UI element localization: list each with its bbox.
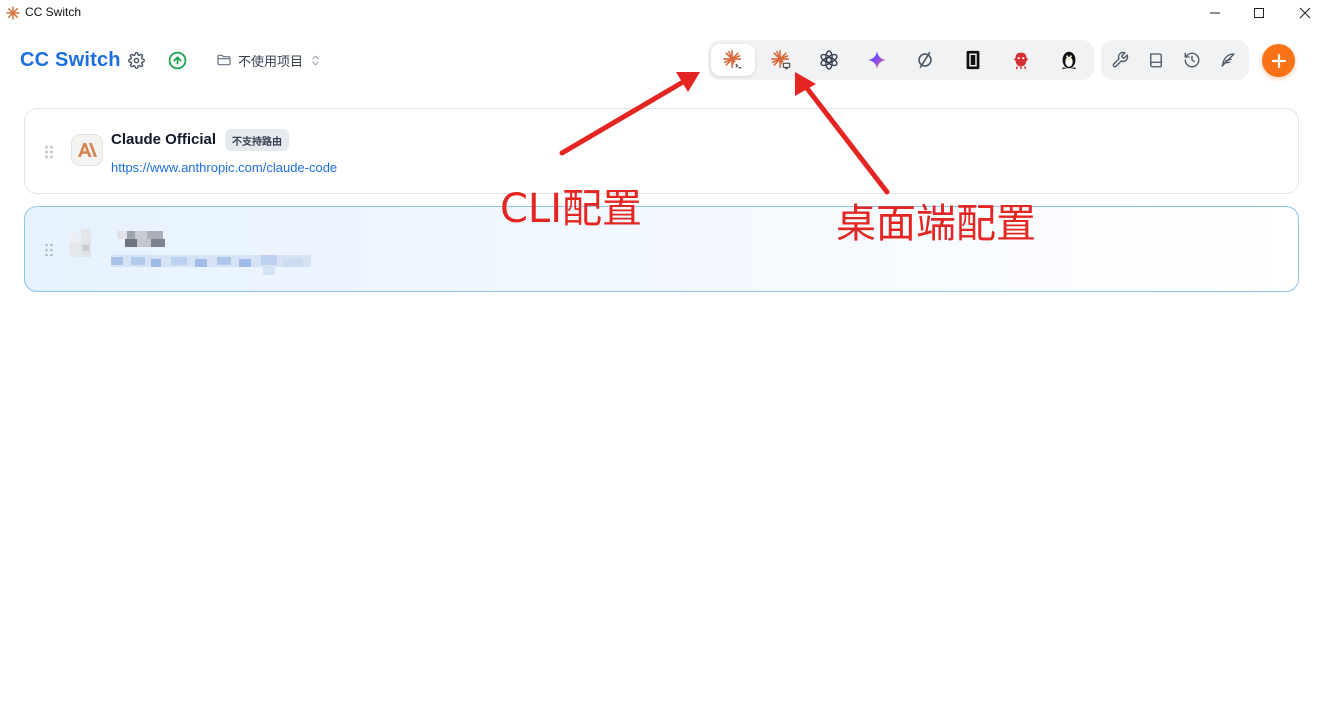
arrow-up-circle-icon xyxy=(168,51,186,69)
status-badge: 不支持路由 xyxy=(225,129,289,151)
wrench-icon xyxy=(1112,51,1129,68)
provider-name: Claude Official xyxy=(111,131,217,148)
tools-group xyxy=(1101,40,1249,80)
claude-cli-icon xyxy=(723,50,744,71)
tool-book[interactable] xyxy=(1137,44,1175,76)
claude-desktop-icon xyxy=(771,50,792,71)
update-button[interactable] xyxy=(167,50,187,70)
minimize-button[interactable] xyxy=(1192,0,1238,26)
red-mascot-icon xyxy=(1013,52,1029,70)
feather-icon xyxy=(1221,53,1235,67)
tab-terminal-block[interactable] xyxy=(951,44,995,76)
tool-feather[interactable] xyxy=(1209,44,1247,76)
folder-icon xyxy=(217,54,231,66)
opencode-icon xyxy=(918,51,932,69)
provider-card-selected[interactable] xyxy=(24,206,1299,292)
gemini-icon xyxy=(867,50,887,70)
plus-icon xyxy=(1271,53,1286,68)
provider-logo xyxy=(71,134,103,166)
brand-title: CC Switch xyxy=(20,49,121,71)
window-title: CC Switch xyxy=(25,5,82,19)
add-provider-button[interactable] xyxy=(1262,44,1295,77)
anthropic-logo-icon xyxy=(78,143,97,157)
tab-opencode[interactable] xyxy=(903,44,947,76)
tab-gemini[interactable] xyxy=(855,44,899,76)
penguin-icon xyxy=(1061,51,1077,70)
tool-history[interactable] xyxy=(1173,44,1211,76)
tab-codex[interactable] xyxy=(807,44,851,76)
minimize-icon xyxy=(1210,12,1220,14)
chevron-updown-icon xyxy=(312,55,319,65)
settings-button[interactable] xyxy=(126,50,146,70)
provider-card[interactable]: Claude Official 不支持路由 https://www.anthro… xyxy=(24,108,1299,194)
app-logo-icon xyxy=(6,6,20,20)
gear-icon xyxy=(127,51,145,69)
provider-url-link[interactable]: https://www.anthropic.com/claude-code xyxy=(111,160,337,175)
close-icon xyxy=(1299,7,1311,19)
project-selector[interactable]: 不使用项目 xyxy=(216,50,322,70)
tool-wrench[interactable] xyxy=(1101,44,1139,76)
terminal-block-icon xyxy=(966,50,980,70)
tab-claude-cli[interactable] xyxy=(711,44,755,76)
openai-icon xyxy=(820,50,838,70)
book-icon xyxy=(1150,53,1162,68)
project-selector-value: 不使用项目 xyxy=(238,53,304,69)
maximize-icon xyxy=(1254,8,1264,18)
close-button[interactable] xyxy=(1282,0,1328,26)
annotation-desktop-label: 桌面端配置 xyxy=(836,201,1036,247)
tab-penguin[interactable] xyxy=(1047,44,1091,76)
tab-red-mascot[interactable] xyxy=(999,44,1043,76)
drag-handle-icon[interactable] xyxy=(44,243,54,257)
maximize-button[interactable] xyxy=(1236,0,1282,26)
app-switcher xyxy=(708,40,1094,80)
tab-claude-desktop[interactable] xyxy=(759,44,803,76)
arrow-head-cli xyxy=(676,72,700,92)
history-icon xyxy=(1184,52,1200,68)
window-titlebar: CC Switch xyxy=(0,0,1330,26)
annotation-cli-label: CLI配置 xyxy=(500,186,643,232)
drag-handle-icon[interactable] xyxy=(44,145,54,159)
